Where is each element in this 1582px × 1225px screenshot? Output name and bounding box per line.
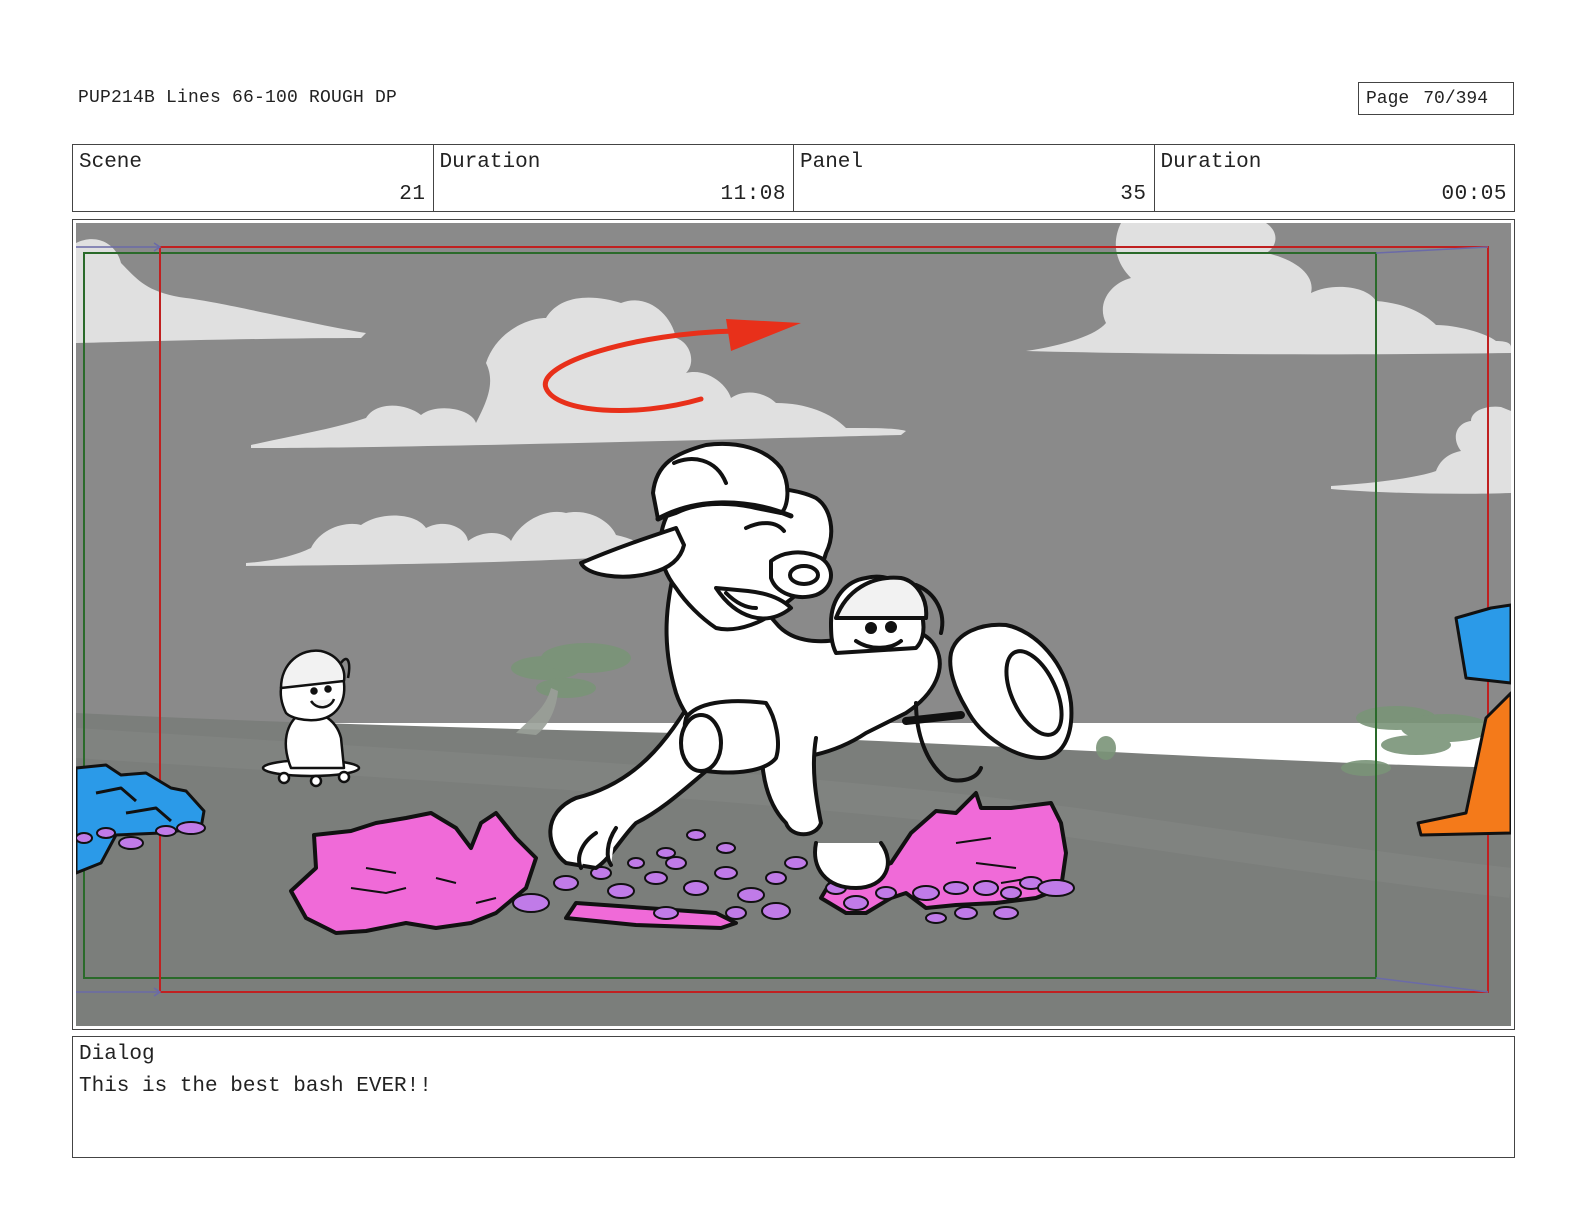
dialog-box: Dialog This is the best bash EVER!!: [72, 1036, 1515, 1158]
dialog-label: Dialog: [79, 1043, 155, 1066]
scene-duration-label: Duration: [439, 151, 541, 174]
scene-cell: Scene 21: [73, 145, 434, 211]
scene-duration-value: 11:08: [720, 183, 786, 206]
panel-duration-cell: Duration 00:05: [1155, 145, 1515, 211]
storyboard-drawing: [76, 223, 1511, 1026]
dialog-text: This is the best bash EVER!!: [79, 1075, 432, 1098]
panel-value: 35: [1120, 183, 1147, 206]
scene-duration-cell: Duration 11:08: [434, 145, 794, 211]
page-indicator: Page 70/394: [1358, 82, 1514, 115]
panel-duration-label: Duration: [1160, 151, 1262, 174]
storyboard-panel-frame: [72, 219, 1515, 1030]
page-label: Page: [1366, 88, 1410, 109]
scene-value: 21: [399, 183, 426, 206]
panel-info-row: Scene 21 Duration 11:08 Panel 35 Duratio…: [72, 144, 1515, 212]
panel-duration-value: 00:05: [1441, 183, 1507, 206]
panel-cell: Panel 35: [794, 145, 1155, 211]
panel-label: Panel: [800, 151, 864, 174]
page-number: 70/394: [1423, 88, 1489, 109]
scene-label: Scene: [79, 151, 143, 174]
document-title: PUP214B Lines 66-100 ROUGH DP: [78, 88, 398, 108]
